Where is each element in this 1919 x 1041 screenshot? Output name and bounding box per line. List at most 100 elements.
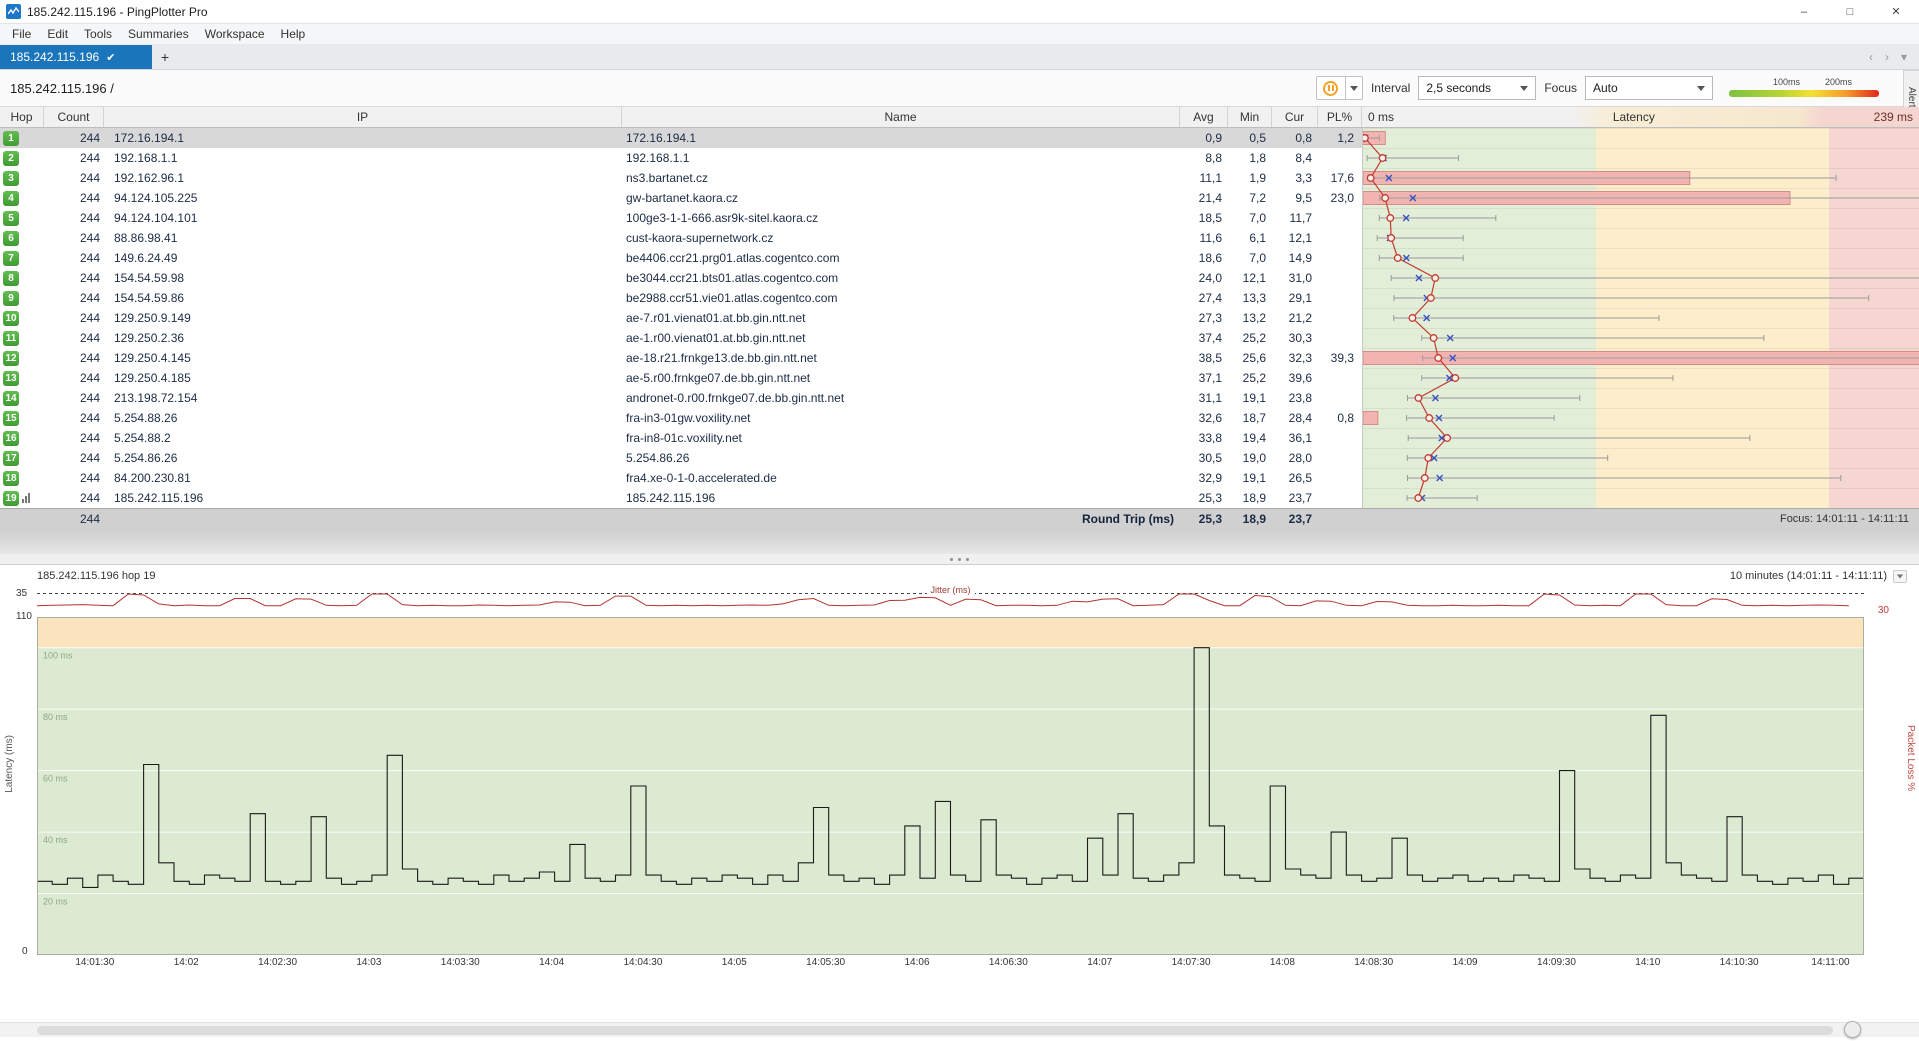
table-row[interactable]: 6 244 88.86.98.41 cust-kaora-supernetwor… (0, 228, 1362, 248)
table-row[interactable]: 7 244 149.6.24.49 be4406.ccr21.prg01.atl… (0, 248, 1362, 268)
table-row[interactable]: 10 244 129.250.9.149 ae-7.r01.vienat01.a… (0, 308, 1362, 328)
cell-min: 19,0 (1228, 448, 1272, 468)
target-bar: 185.242.115.196 / Interval 2,5 seconds F… (0, 70, 1919, 107)
menu-item-file[interactable]: File (4, 27, 39, 41)
x-tick-label: 14:07 (1065, 957, 1135, 968)
timeline-range[interactable]: 10 minutes (14:01:11 - 14:11:11) (1730, 570, 1887, 582)
table-row[interactable]: 12 244 129.250.4.145 ae-18.r21.frnkge13.… (0, 348, 1362, 368)
menu-item-workspace[interactable]: Workspace (197, 27, 273, 41)
panel-splitter-handle[interactable] (0, 554, 1919, 564)
cell-min: 19,4 (1228, 428, 1272, 448)
hop-badge: 14 (3, 391, 19, 406)
latency-gradient-bar (1729, 90, 1879, 97)
tab-list-icon[interactable]: ▾ (1901, 50, 1907, 64)
close-button[interactable]: ✕ (1873, 0, 1919, 23)
table-row[interactable]: 18 244 84.200.230.81 fra4.xe-0-1-0.accel… (0, 468, 1362, 488)
focus-select[interactable]: Auto (1585, 76, 1713, 100)
target-tab[interactable]: 185.242.115.196 ✔ (0, 45, 152, 69)
pause-button[interactable] (1316, 76, 1346, 100)
table-row[interactable]: 16 244 5.254.88.2 fra-in8-01c.voxility.n… (0, 428, 1362, 448)
cell-min: 25,2 (1228, 368, 1272, 388)
cell-avg: 32,9 (1180, 468, 1228, 488)
menu-item-edit[interactable]: Edit (39, 27, 76, 41)
tab-bar: 185.242.115.196 ✔ + ‹ › ▾ (0, 45, 1919, 70)
jitter-axis-max-label: 35 (16, 588, 27, 599)
cell-cur: 21,2 (1272, 308, 1318, 328)
cell-count: 244 (44, 308, 104, 328)
menu-item-help[interactable]: Help (273, 27, 314, 41)
column-header-name[interactable]: Name (622, 107, 1180, 127)
cell-pl (1318, 308, 1362, 328)
column-header-hop[interactable]: Hop (0, 107, 44, 127)
x-tick-label: 14:03 (334, 957, 404, 968)
table-row[interactable]: 19 244 185.242.115.196 185.242.115.196 2… (0, 488, 1362, 508)
x-tick-label: 14:08 (1247, 957, 1317, 968)
timeline-plot[interactable]: 100 ms80 ms60 ms40 ms20 ms (37, 617, 1864, 955)
cell-avg: 37,1 (1180, 368, 1228, 388)
table-row[interactable]: 2 244 192.168.1.1 192.168.1.1 8,8 1,8 8,… (0, 148, 1362, 168)
table-row[interactable]: 3 244 192.162.96.1 ns3.bartanet.cz 11,1 … (0, 168, 1362, 188)
cell-cur: 23,7 (1272, 488, 1318, 508)
cell-min: 25,2 (1228, 328, 1272, 348)
tab-scroll-left-icon[interactable]: ‹ (1869, 50, 1873, 64)
summary-min: 18,9 (1228, 509, 1272, 528)
table-row[interactable]: 17 244 5.254.86.26 5.254.86.26 30,5 19,0… (0, 448, 1362, 468)
timeline-range-dropdown[interactable] (1893, 570, 1907, 583)
column-header-ip[interactable]: IP (104, 107, 622, 127)
trace-table-header: Hop Count IP Name Avg Min Cur PL% 0 ms L… (0, 107, 1919, 128)
cell-min: 1,9 (1228, 168, 1272, 188)
svg-text:100 ms: 100 ms (43, 651, 73, 661)
table-row[interactable]: 8 244 154.54.59.98 be3044.ccr21.bts01.at… (0, 268, 1362, 288)
column-header-count[interactable]: Count (44, 107, 104, 127)
cell-count: 244 (44, 428, 104, 448)
table-row[interactable]: 5 244 94.124.104.101 100ge3-1-1-666.asr9… (0, 208, 1362, 228)
new-tab-button[interactable]: + (152, 45, 178, 69)
pause-dropdown-button[interactable] (1346, 76, 1363, 100)
cell-pl: 39,3 (1318, 348, 1362, 368)
tab-scroll-right-icon[interactable]: › (1885, 50, 1889, 64)
cell-ip: 192.162.96.1 (104, 168, 622, 188)
cell-name: gw-bartanet.kaora.cz (622, 188, 1180, 208)
menu-item-summaries[interactable]: Summaries (120, 27, 197, 41)
y2-axis-title: Packet Loss % (1905, 725, 1916, 791)
x-tick-label: 14:03:30 (425, 957, 495, 968)
scrollbar-thumb[interactable] (37, 1026, 1833, 1035)
column-header-pl[interactable]: PL% (1318, 107, 1362, 127)
cell-min: 19,1 (1228, 388, 1272, 408)
minimize-button[interactable]: – (1781, 0, 1827, 23)
table-row[interactable]: 15 244 5.254.88.26 fra-in3-01gw.voxility… (0, 408, 1362, 428)
cell-name: ae-5.r00.frnkge07.de.bb.gin.ntt.net (622, 368, 1180, 388)
menu-item-tools[interactable]: Tools (76, 27, 120, 41)
cell-pl (1318, 328, 1362, 348)
svg-text:40 ms: 40 ms (43, 835, 68, 845)
cell-ip: 149.6.24.49 (104, 248, 622, 268)
table-row[interactable]: 4 244 94.124.105.225 gw-bartanet.kaora.c… (0, 188, 1362, 208)
column-header-cur[interactable]: Cur (1272, 107, 1318, 127)
table-row[interactable]: 9 244 154.54.59.86 be2988.ccr51.vie01.at… (0, 288, 1362, 308)
cell-avg: 11,1 (1180, 168, 1228, 188)
cell-ip: 185.242.115.196 (104, 488, 622, 508)
column-header-latency[interactable]: 0 ms Latency 239 ms (1362, 107, 1919, 127)
cell-count: 244 (44, 248, 104, 268)
trace-graph[interactable] (1362, 128, 1919, 508)
timeline-header: 185.242.115.196 hop 19 10 minutes (14:01… (0, 565, 1919, 587)
summary-count: 244 (44, 509, 104, 528)
x-tick-label: 14:10:30 (1704, 957, 1774, 968)
x-tick-label: 14:04:30 (608, 957, 678, 968)
table-row[interactable]: 13 244 129.250.4.185 ae-5.r00.frnkge07.d… (0, 368, 1362, 388)
scrollbar-handle[interactable] (1844, 1021, 1861, 1038)
maximize-button[interactable]: □ (1827, 0, 1873, 23)
cell-name: ae-1.r00.vienat01.at.bb.gin.ntt.net (622, 328, 1180, 348)
cell-ip: 94.124.104.101 (104, 208, 622, 228)
column-header-avg[interactable]: Avg (1180, 107, 1228, 127)
cell-pl (1318, 228, 1362, 248)
cell-min: 13,2 (1228, 308, 1272, 328)
hop-badge: 10 (3, 311, 19, 326)
table-row[interactable]: 11 244 129.250.2.36 ae-1.r00.vienat01.at… (0, 328, 1362, 348)
summary-row[interactable]: 244 Round Trip (ms) 25,3 18,9 23,7 Focus… (0, 508, 1919, 528)
column-header-min[interactable]: Min (1228, 107, 1272, 127)
interval-select[interactable]: 2,5 seconds (1418, 76, 1536, 100)
table-row[interactable]: 14 244 213.198.72.154 andronet-0.r00.frn… (0, 388, 1362, 408)
table-row[interactable]: 1 244 172.16.194.1 172.16.194.1 0,9 0,5 … (0, 128, 1362, 148)
timeline-scrollbar[interactable] (0, 1022, 1919, 1037)
